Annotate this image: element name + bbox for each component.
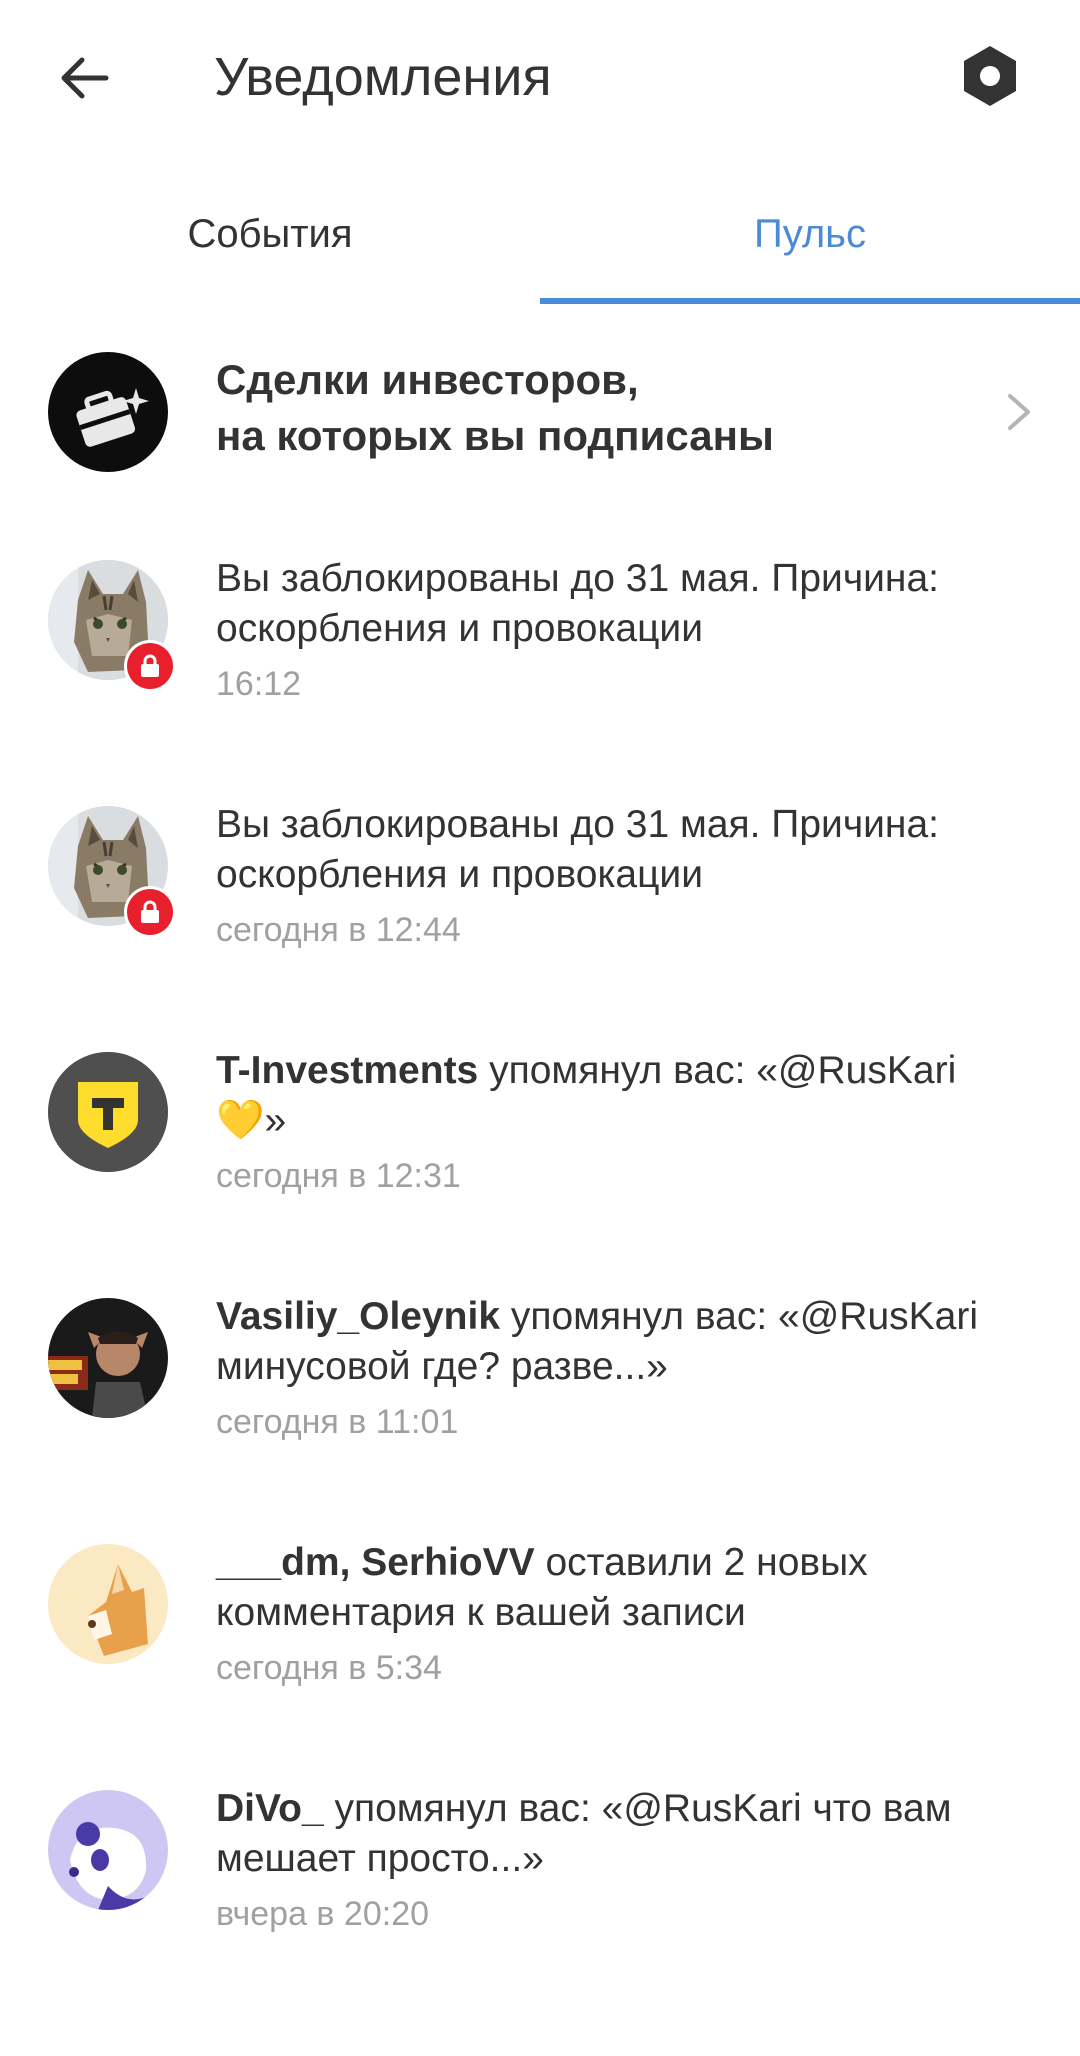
notification-text: Вы заблокированы до 31 мая. Причина: оск… — [216, 554, 1036, 654]
notification-item[interactable]: DiVo_ упомянул вас: «@RusKari что вам ме… — [0, 1787, 1080, 1940]
hexagon-settings-icon — [964, 46, 1016, 106]
notification-text: Вы заблокированы до 31 мая. Причина: оск… — [216, 800, 1036, 900]
lock-icon — [141, 900, 159, 923]
dog-avatar — [48, 1544, 168, 1664]
tab-events[interactable]: События — [0, 190, 540, 302]
notification-author: Vasiliy_Oleynik — [216, 1295, 501, 1338]
notification-body: Вы заблокированы до 31 мая. Причина: оск… — [216, 554, 1036, 706]
panda-avatar — [48, 1790, 168, 1910]
lock-badge — [124, 886, 176, 938]
notification-text: T-Investments упомянул вас: «@RusKari 💛» — [216, 1046, 1036, 1146]
notification-item[interactable]: T-Investments упомянул вас: «@RusKari 💛»… — [0, 1049, 1080, 1202]
notification-time: сегодня в 12:31 — [216, 1157, 461, 1195]
notification-message: Вы заблокированы до 31 мая. Причина: оск… — [216, 803, 939, 896]
notification-body: Vasiliy_Oleynik упомянул вас: «@RusKari … — [216, 1292, 1036, 1444]
notification-author: DiVo_ — [216, 1787, 324, 1830]
notification-message: Вы заблокированы до 31 мая. Причина: оск… — [216, 557, 939, 650]
back-button[interactable] — [48, 42, 120, 114]
app-header: Уведомления — [0, 0, 1080, 150]
tab-bar: События Пульс — [0, 190, 1080, 304]
notification-time: сегодня в 11:01 — [216, 1403, 459, 1441]
notification-time: 16:12 — [216, 665, 302, 703]
notification-body: Вы заблокированы до 31 мая. Причина: оск… — [216, 800, 1036, 952]
notification-text: DiVo_ упомянул вас: «@RusKari что вам ме… — [216, 1784, 1036, 1884]
notification-item[interactable]: Вы заблокированы до 31 мая. Причина: оск… — [0, 803, 1080, 956]
notification-body: ___dm, SerhioVV оставили 2 новых коммент… — [216, 1538, 1036, 1690]
investor-trades-line1: Сделки инвесторов, — [216, 356, 639, 403]
page-title: Уведомления — [214, 47, 552, 107]
t-investments-logo — [48, 1052, 168, 1172]
investor-trades-row[interactable]: Сделки инвесторов, на которых вы подписа… — [0, 338, 1080, 488]
notification-text: Vasiliy_Oleynik упомянул вас: «@RusKari … — [216, 1292, 1036, 1392]
notification-item[interactable]: Vasiliy_Oleynik упомянул вас: «@RusKari … — [0, 1295, 1080, 1448]
arrow-left-icon — [61, 57, 109, 99]
person-photo-avatar — [48, 1298, 168, 1418]
settings-button[interactable] — [954, 40, 1026, 112]
notification-author: ___dm, SerhioVV — [216, 1541, 535, 1584]
lock-badge — [124, 640, 176, 692]
notification-author: T-Investments — [216, 1049, 479, 1092]
tab-pulse[interactable]: Пульс — [540, 190, 1080, 302]
notification-time: сегодня в 12:44 — [216, 911, 461, 949]
briefcase-sparkle-icon — [48, 352, 168, 472]
notification-message: упомянул вас: «@RusKari что вам мешает п… — [216, 1787, 952, 1880]
active-tab-indicator — [540, 298, 1080, 304]
investor-trades-title: Сделки инвесторов, на которых вы подписа… — [216, 352, 976, 464]
notification-time: вчера в 20:20 — [216, 1895, 430, 1933]
lock-icon — [141, 654, 159, 677]
notification-time: сегодня в 5:34 — [216, 1649, 442, 1687]
notification-item[interactable]: Вы заблокированы до 31 мая. Причина: оск… — [0, 557, 1080, 710]
notification-text: ___dm, SerhioVV оставили 2 новых коммент… — [216, 1538, 1036, 1638]
notification-item[interactable]: ___dm, SerhioVV оставили 2 новых коммент… — [0, 1541, 1080, 1694]
notification-body: DiVo_ упомянул вас: «@RusKari что вам ме… — [216, 1784, 1036, 1936]
notification-body: T-Investments упомянул вас: «@RusKari 💛»… — [216, 1046, 1036, 1198]
investor-trades-line2: на которых вы подписаны — [216, 412, 774, 459]
chevron-right-icon — [1008, 394, 1030, 430]
